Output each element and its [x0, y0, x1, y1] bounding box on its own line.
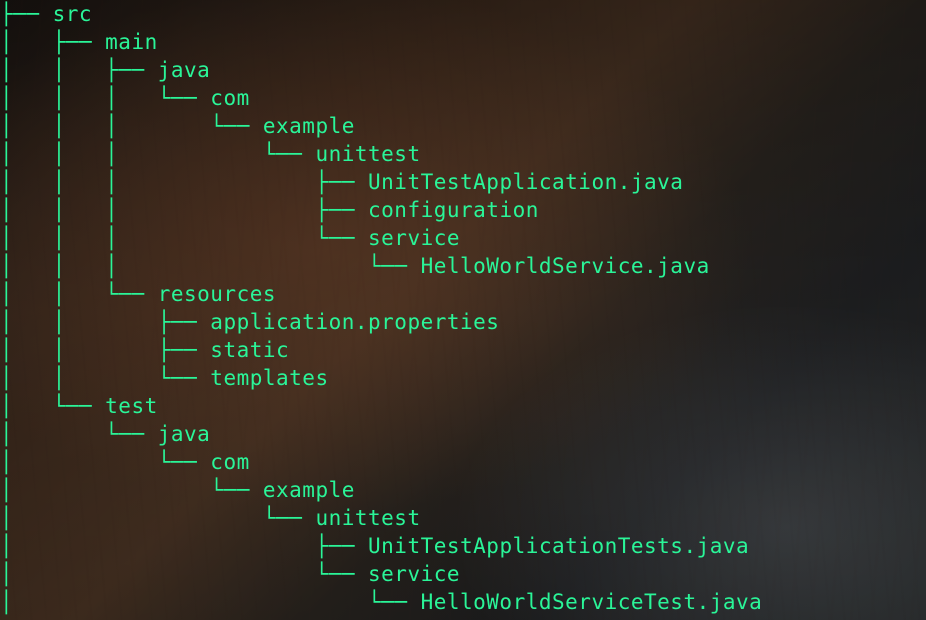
tree-branch-icon: │ │ │ └──	[0, 226, 368, 250]
tree-branch-icon: │ │ ├──	[0, 338, 210, 362]
tree-branch-icon: │ │ │ └──	[0, 142, 315, 166]
tree-node: HelloWorldService.java	[421, 254, 710, 278]
tree-node: resources	[158, 282, 276, 306]
tree-row: │ └── com	[0, 448, 926, 476]
tree-row: │ └── service	[0, 560, 926, 588]
tree-branch-icon: │ └──	[0, 590, 421, 614]
tree-row: │ │ └── resources	[0, 280, 926, 308]
tree-node: example	[263, 114, 355, 138]
tree-row: │ └── test	[0, 392, 926, 420]
tree-row: │ │ ├── java	[0, 56, 926, 84]
tree-row: │ │ │ └── com	[0, 84, 926, 112]
tree-branch-icon: │ └──	[0, 394, 105, 418]
tree-row: │ ├── main	[0, 28, 926, 56]
tree-branch-icon: │ │ │ └──	[0, 114, 263, 138]
tree-row: │ │ │ └── unittest	[0, 140, 926, 168]
tree-node: application.properties	[210, 310, 499, 334]
tree-row: │ │ │ ├── configuration	[0, 196, 926, 224]
tree-node: templates	[210, 366, 328, 390]
tree-node: com	[210, 450, 249, 474]
tree-branch-icon: │ ├──	[0, 30, 105, 54]
tree-node: main	[105, 30, 158, 54]
tree-row: │ └── java	[0, 420, 926, 448]
tree-branch-icon: │ │ └──	[0, 366, 210, 390]
tree-node: example	[263, 478, 355, 502]
tree-node: src	[53, 2, 92, 26]
tree-node: UnitTestApplication.java	[368, 170, 683, 194]
tree-branch-icon: ├──	[0, 2, 53, 26]
tree-row: │ └── example	[0, 476, 926, 504]
tree-node: UnitTestApplicationTests.java	[368, 534, 749, 558]
tree-row: ├── src	[0, 0, 926, 28]
tree-branch-icon: │ └──	[0, 478, 263, 502]
tree-row: │ │ │ └── service	[0, 224, 926, 252]
tree-branch-icon: │ │ │ └──	[0, 254, 421, 278]
tree-row: │ │ │ ├── UnitTestApplication.java	[0, 168, 926, 196]
tree-branch-icon: │ └──	[0, 450, 210, 474]
tree-node: service	[368, 562, 460, 586]
tree-branch-icon: │ ├──	[0, 534, 368, 558]
terminal-output: ├── src│ ├── main│ │ ├── java│ │ │ └── c…	[0, 0, 926, 620]
tree-node: configuration	[368, 198, 539, 222]
tree-row: │ └── HelloWorldServiceTest.java	[0, 588, 926, 616]
tree-row: │ │ ├── static	[0, 336, 926, 364]
tree-branch-icon: │ └──	[0, 506, 315, 530]
tree-row: │ │ └── templates	[0, 364, 926, 392]
tree-node: unittest	[315, 142, 420, 166]
tree-node: HelloWorldServiceTest.java	[421, 590, 763, 614]
tree-branch-icon: │ └──	[0, 562, 368, 586]
tree-branch-icon: │ │ │ ├──	[0, 198, 368, 222]
tree-node: unittest	[315, 506, 420, 530]
tree-branch-icon: │ └──	[0, 422, 158, 446]
tree-node: service	[368, 226, 460, 250]
tree-node: test	[105, 394, 158, 418]
tree-row: │ └── unittest	[0, 504, 926, 532]
tree-branch-icon: │ │ ├──	[0, 58, 158, 82]
tree-row: │ │ ├── application.properties	[0, 308, 926, 336]
tree-row: │ │ │ └── HelloWorldService.java	[0, 252, 926, 280]
tree-row: │ │ │ └── example	[0, 112, 926, 140]
tree-node: static	[210, 338, 289, 362]
tree-node: java	[158, 422, 211, 446]
tree-branch-icon: │ │ │ ├──	[0, 170, 368, 194]
tree-node: java	[158, 58, 211, 82]
tree-node: com	[210, 86, 249, 110]
tree-branch-icon: │ │ └──	[0, 282, 158, 306]
tree-branch-icon: │ │ ├──	[0, 310, 210, 334]
tree-branch-icon: │ │ │ └──	[0, 86, 210, 110]
tree-row: │ ├── UnitTestApplicationTests.java	[0, 532, 926, 560]
